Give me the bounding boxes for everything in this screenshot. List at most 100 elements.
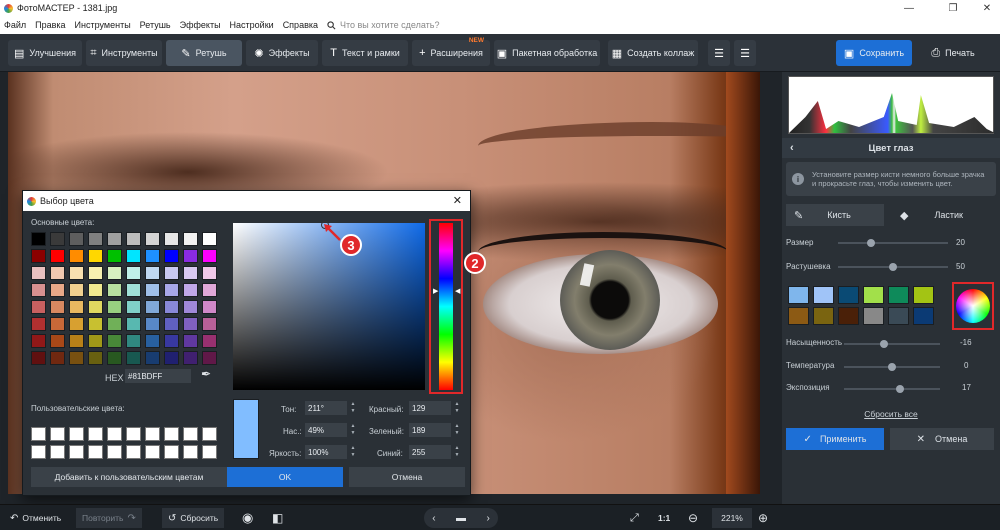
basic-color-swatch[interactable] bbox=[202, 300, 217, 314]
eye-color-preset[interactable] bbox=[813, 307, 834, 325]
basic-color-swatch[interactable] bbox=[126, 283, 141, 297]
basic-color-swatch[interactable] bbox=[88, 249, 103, 263]
custom-color-slot[interactable] bbox=[164, 427, 179, 441]
basic-color-swatch[interactable] bbox=[126, 266, 141, 280]
basic-color-swatch[interactable] bbox=[107, 283, 122, 297]
basic-color-swatch[interactable] bbox=[69, 249, 84, 263]
blue-input[interactable]: 255 bbox=[409, 445, 451, 459]
basic-color-swatch[interactable] bbox=[31, 351, 46, 365]
reset-button[interactable]: ↺ Сбросить bbox=[162, 508, 225, 528]
close-button[interactable]: ✕ bbox=[974, 0, 1000, 16]
basic-color-swatch[interactable] bbox=[69, 266, 84, 280]
basic-color-swatch[interactable] bbox=[69, 317, 84, 331]
eye-color-preset[interactable] bbox=[813, 286, 834, 304]
basic-color-swatch[interactable] bbox=[107, 266, 122, 280]
custom-color-slot[interactable] bbox=[31, 427, 46, 441]
basic-color-swatch[interactable] bbox=[88, 266, 103, 280]
basic-color-swatch[interactable] bbox=[145, 351, 160, 365]
cancel-button[interactable]: ✕ Отмена bbox=[890, 428, 994, 450]
fit-screen-icon[interactable]: ⤢ bbox=[630, 508, 639, 528]
tab-batch[interactable]: ▣ Пакетная обработка bbox=[494, 40, 600, 66]
basic-color-swatch[interactable] bbox=[69, 283, 84, 297]
basic-color-swatch[interactable] bbox=[126, 351, 141, 365]
basic-color-swatch[interactable] bbox=[164, 249, 179, 263]
custom-color-slot[interactable] bbox=[145, 427, 160, 441]
custom-color-slot[interactable] bbox=[183, 445, 198, 459]
exposure-slider-knob[interactable] bbox=[895, 385, 904, 393]
basic-color-swatch[interactable] bbox=[107, 317, 122, 331]
print-button[interactable]: ⎙ Печать bbox=[916, 40, 990, 66]
basic-color-swatch[interactable] bbox=[31, 334, 46, 348]
custom-color-slot[interactable] bbox=[69, 445, 84, 459]
eye-color-preset[interactable] bbox=[838, 307, 859, 325]
custom-color-slot[interactable] bbox=[164, 445, 179, 459]
reset-all-link[interactable]: Сбросить все bbox=[782, 409, 1000, 419]
maximize-button[interactable]: ❐ bbox=[940, 0, 966, 16]
basic-color-swatch[interactable] bbox=[202, 266, 217, 280]
basic-color-swatch[interactable] bbox=[126, 249, 141, 263]
prev-image-icon[interactable]: ‹ bbox=[432, 513, 435, 524]
custom-color-slot[interactable] bbox=[69, 427, 84, 441]
basic-color-swatch[interactable] bbox=[31, 249, 46, 263]
basic-color-swatch[interactable] bbox=[69, 232, 84, 246]
basic-color-swatch[interactable] bbox=[164, 334, 179, 348]
basic-color-swatch[interactable] bbox=[202, 283, 217, 297]
add-custom-color-button[interactable]: Добавить к пользовательским цветам bbox=[31, 467, 227, 487]
custom-color-slot[interactable] bbox=[202, 445, 217, 459]
basic-color-swatch[interactable] bbox=[50, 232, 65, 246]
eye-color-preset[interactable] bbox=[913, 286, 934, 304]
basic-color-swatch[interactable] bbox=[183, 232, 198, 246]
basic-color-swatch[interactable] bbox=[164, 317, 179, 331]
custom-color-slot[interactable] bbox=[88, 445, 103, 459]
custom-color-slot[interactable] bbox=[50, 427, 65, 441]
basic-color-swatch[interactable] bbox=[183, 300, 198, 314]
basic-color-swatch[interactable] bbox=[50, 317, 65, 331]
tab-enhance[interactable]: ▤ Улучшения bbox=[8, 40, 82, 66]
basic-color-swatch[interactable] bbox=[88, 283, 103, 297]
basic-color-swatch[interactable] bbox=[88, 334, 103, 348]
eraser-tool-button[interactable]: ◆ Ластик bbox=[892, 204, 996, 226]
green-spinner[interactable]: ▲ ▼ bbox=[453, 423, 461, 437]
menu-settings[interactable]: Настройки bbox=[230, 20, 274, 30]
basic-color-swatch[interactable] bbox=[31, 300, 46, 314]
basic-color-swatch[interactable] bbox=[145, 249, 160, 263]
compare-split-icon[interactable]: ◧ bbox=[272, 508, 283, 528]
size-slider[interactable] bbox=[838, 239, 948, 247]
basic-color-swatch[interactable] bbox=[145, 334, 160, 348]
basic-color-swatch[interactable] bbox=[183, 283, 198, 297]
eye-color-preset[interactable] bbox=[888, 286, 909, 304]
actual-size-button[interactable]: 1:1 bbox=[658, 508, 670, 528]
basic-color-swatch[interactable] bbox=[202, 351, 217, 365]
brush-tool-button[interactable]: ✎ Кисть bbox=[786, 204, 884, 226]
redo-button[interactable]: Повторить ↷ bbox=[76, 508, 142, 528]
basic-color-swatch[interactable] bbox=[164, 351, 179, 365]
brightness-input[interactable]: 100% bbox=[305, 445, 347, 459]
green-input[interactable]: 189 bbox=[409, 423, 451, 437]
basic-color-swatch[interactable] bbox=[69, 300, 84, 314]
eye-color-preset[interactable] bbox=[863, 307, 884, 325]
size-slider-knob[interactable] bbox=[867, 239, 875, 247]
basic-color-swatch[interactable] bbox=[183, 334, 198, 348]
basic-color-swatch[interactable] bbox=[88, 300, 103, 314]
basic-color-swatch[interactable] bbox=[88, 351, 103, 365]
history-button[interactable]: ☰ bbox=[734, 40, 756, 66]
next-image-icon[interactable]: › bbox=[486, 513, 489, 524]
tab-text-frames[interactable]: T Текст и рамки bbox=[322, 40, 408, 66]
tab-effects[interactable]: ✺ Эффекты bbox=[246, 40, 318, 66]
tab-collage[interactable]: ▦ Создать коллаж bbox=[608, 40, 698, 66]
dialog-cancel-button[interactable]: Отмена bbox=[349, 467, 465, 487]
basic-color-swatch[interactable] bbox=[202, 317, 217, 331]
custom-color-slot[interactable] bbox=[202, 427, 217, 441]
basic-color-swatch[interactable] bbox=[145, 283, 160, 297]
basic-color-swatch[interactable] bbox=[126, 300, 141, 314]
basic-color-swatch[interactable] bbox=[164, 283, 179, 297]
saturation-input[interactable]: 49% bbox=[305, 423, 347, 437]
feather-slider[interactable] bbox=[838, 263, 948, 271]
basic-color-swatch[interactable] bbox=[69, 334, 84, 348]
tab-retouch[interactable]: ✎ Ретушь bbox=[166, 40, 242, 66]
basic-color-swatch[interactable] bbox=[183, 249, 198, 263]
saturation-slider-knob[interactable] bbox=[880, 340, 889, 348]
basic-color-swatch[interactable] bbox=[107, 351, 122, 365]
basic-color-swatch[interactable] bbox=[50, 266, 65, 280]
temperature-slider[interactable] bbox=[844, 363, 940, 371]
